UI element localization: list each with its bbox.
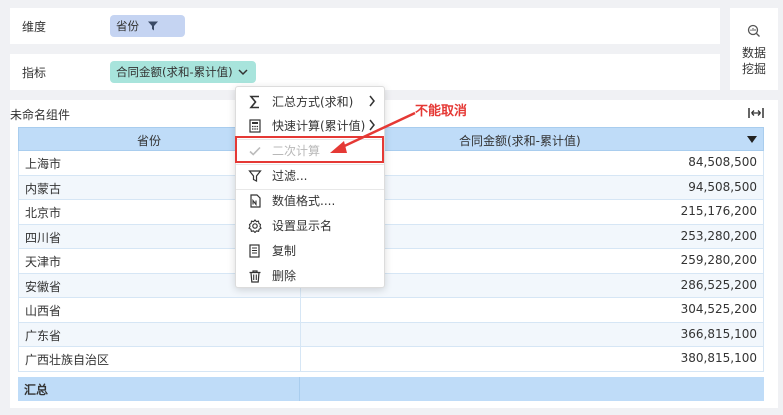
- cell-amount: 286,525,200: [680, 277, 757, 292]
- cell-province: 山西省: [25, 304, 62, 318]
- data-mining-label: 数据挖掘: [741, 46, 766, 76]
- calculator-icon: [246, 118, 264, 133]
- annotation-text: 不能取消: [415, 104, 468, 119]
- dimension-label: 维度: [22, 20, 47, 34]
- cell-province: 天津市: [25, 255, 62, 269]
- menu-item-filter[interactable]: 过滤...: [236, 163, 384, 188]
- total-row: 汇总: [18, 377, 764, 401]
- column-header-province[interactable]: 省份: [137, 132, 161, 149]
- cell-province: 上海市: [25, 157, 62, 171]
- cell-amount: 94,508,500: [688, 179, 757, 194]
- cell-province: 内蒙古: [25, 181, 62, 196]
- chevron-down-icon[interactable]: [237, 66, 249, 78]
- indicator-label: 指标: [22, 66, 47, 80]
- total-label: 汇总: [24, 383, 49, 397]
- menu-item-number-format[interactable]: 数值格式....: [236, 188, 384, 213]
- filter-icon: [246, 169, 264, 183]
- widget-title: 未命名组件: [10, 108, 71, 122]
- table-row: 广东省 366,815,100: [18, 322, 764, 347]
- cell-amount: 380,815,100: [680, 351, 757, 365]
- dimension-chip-label: 省份: [116, 19, 139, 33]
- column-divider: [300, 322, 301, 346]
- menu-item-label: 过滤...: [272, 169, 308, 183]
- menu-item-display-name[interactable]: 设置显示名: [236, 213, 384, 238]
- menu-item-delete[interactable]: 删除: [236, 263, 384, 288]
- column-header-amount[interactable]: 合同金额(求和-累计值): [459, 132, 581, 149]
- cell-amount: 366,815,100: [680, 326, 757, 341]
- menu-item-label: 复制: [272, 244, 297, 258]
- dimension-row: 维度 省份: [10, 8, 720, 44]
- cell-amount: 304,525,200: [680, 302, 757, 316]
- indicator-row: 指标 合同金额(求和-累计值): [10, 54, 720, 90]
- column-divider: [299, 377, 300, 401]
- trash-icon: [246, 269, 264, 283]
- cell-province: 广东省: [25, 328, 62, 343]
- dimension-chip-province[interactable]: 省份: [110, 15, 185, 37]
- annotation-arrow: [330, 111, 416, 153]
- cell-province: 北京市: [25, 206, 62, 220]
- sigma-icon: [246, 95, 264, 109]
- column-divider: [300, 347, 301, 371]
- table-row: 内蒙古 94,508,500: [18, 175, 764, 200]
- copy-icon: [246, 243, 264, 258]
- cell-province: 四川省: [25, 230, 62, 245]
- table-row: 天津市 259,280,200: [18, 249, 764, 274]
- table-row: 山西省 304,525,200: [18, 298, 764, 323]
- cell-province: 广西壮族自治区: [25, 353, 110, 367]
- cell-amount: 84,508,500: [688, 155, 757, 169]
- table-row: 四川省 253,280,200: [18, 224, 764, 249]
- cell-amount: 253,280,200: [680, 228, 757, 243]
- cell-amount: 259,280,200: [680, 253, 757, 267]
- menu-item-label: 删除: [272, 269, 297, 283]
- expand-icon[interactable]: [748, 106, 764, 123]
- gear-icon: [246, 218, 264, 233]
- cell-province: 安徽省: [25, 279, 62, 294]
- table-row: 北京市 215,176,200: [18, 200, 764, 225]
- column-divider: [300, 298, 301, 322]
- indicator-chip-label: 合同金额(求和-累计值): [116, 65, 233, 79]
- data-mining-button[interactable]: 数据挖掘: [730, 8, 778, 90]
- table-row: 广西壮族自治区 380,815,100: [18, 347, 764, 372]
- table-row: 安徽省 286,525,200: [18, 273, 764, 298]
- indicator-chip-amount[interactable]: 合同金额(求和-累计值): [110, 61, 256, 83]
- data-mining-icon: [747, 24, 761, 41]
- menu-item-label: 数值格式....: [272, 194, 336, 208]
- table-body: 上海市 84,508,500 内蒙古 94,508,500 北京市 215,176,200…: [18, 151, 764, 372]
- sort-desc-icon[interactable]: [747, 133, 757, 147]
- menu-item-label: 设置显示名: [272, 219, 333, 233]
- cell-amount: 215,176,200: [680, 204, 757, 218]
- number-format-icon: [246, 193, 264, 208]
- filter-icon[interactable]: [147, 20, 159, 32]
- menu-item-copy[interactable]: 复制: [236, 238, 384, 263]
